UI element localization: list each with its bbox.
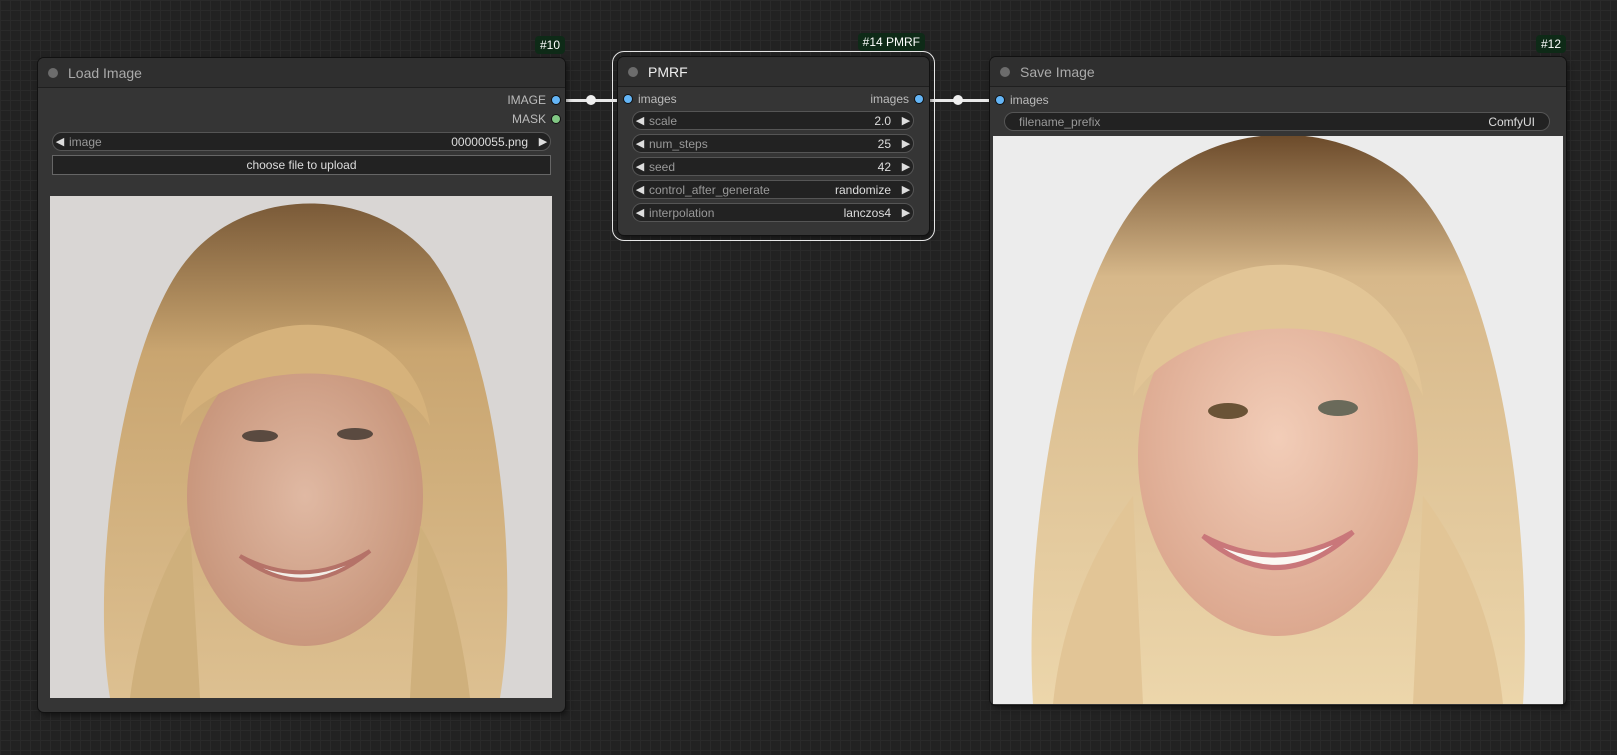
arrow-right-icon[interactable]: ▶: [899, 160, 913, 173]
widget-value: 25: [877, 136, 891, 151]
arrow-right-icon[interactable]: ▶: [536, 135, 550, 148]
collapse-dot-icon[interactable]: [48, 67, 58, 78]
scale-widget[interactable]: ◀ scale 2.0 ▶: [632, 111, 914, 130]
arrow-right-icon[interactable]: ▶: [899, 137, 913, 150]
node-id-badge: #10: [534, 36, 565, 54]
widget-value: 2.0: [874, 113, 891, 128]
node-id-badge: #12: [1535, 35, 1566, 53]
widget-label: num_steps: [649, 136, 708, 151]
output-port-images[interactable]: images: [870, 90, 923, 108]
port-dot-icon[interactable]: [552, 96, 560, 104]
port-label: images: [870, 92, 909, 106]
num-steps-widget[interactable]: ◀ num_steps 25 ▶: [632, 134, 914, 153]
widget-label: interpolation: [649, 205, 715, 220]
node-title-bar[interactable]: Load Image: [38, 58, 565, 88]
input-image-preview: [50, 196, 552, 698]
port-dot-icon[interactable]: [624, 95, 632, 103]
widget-label: image: [69, 134, 102, 149]
node-title-bar[interactable]: PMRF: [618, 57, 929, 87]
node-title: Load Image: [68, 64, 142, 81]
port-label: images: [1010, 93, 1049, 107]
load-image-node[interactable]: #10 Load Image IMAGE MASK ◀ image 000000…: [38, 36, 565, 712]
node-id-badge: #14 PMRF: [857, 33, 925, 51]
output-port-mask[interactable]: MASK: [512, 110, 560, 128]
port-label: images: [638, 92, 677, 106]
pmrf-node[interactable]: #14 PMRF PMRF images images ◀ scale 2.0 …: [612, 33, 935, 241]
node-title: Save Image: [1020, 63, 1095, 80]
port-dot-icon[interactable]: [996, 96, 1004, 104]
image-combo-widget[interactable]: ◀ image 00000055.png ▶: [52, 132, 551, 151]
node-title: PMRF: [648, 63, 688, 80]
arrow-left-icon[interactable]: ◀: [633, 183, 647, 196]
collapse-dot-icon[interactable]: [1000, 66, 1010, 77]
widget-label: filename_prefix: [1019, 114, 1101, 129]
filename-prefix-widget[interactable]: filename_prefix ComfyUI: [1004, 112, 1550, 131]
widget-value: ComfyUI: [1488, 114, 1535, 129]
control-after-generate-widget[interactable]: ◀ control_after_generate randomize ▶: [632, 180, 914, 199]
input-port-images[interactable]: images: [624, 90, 677, 108]
widget-label: seed: [649, 159, 676, 174]
wire-midpoint-handle[interactable]: [953, 95, 963, 105]
arrow-left-icon[interactable]: ◀: [633, 206, 647, 219]
widget-value: 00000055.png: [451, 134, 528, 149]
port-label: MASK: [511, 112, 546, 126]
port-label: IMAGE: [507, 93, 546, 107]
arrow-left-icon[interactable]: ◀: [633, 137, 647, 150]
widget-value: 42: [877, 159, 891, 174]
portrait-image: [50, 196, 552, 698]
output-port-image[interactable]: IMAGE: [507, 91, 560, 109]
widget-value: randomize: [834, 182, 891, 197]
arrow-right-icon[interactable]: ▶: [899, 206, 913, 219]
input-port-images[interactable]: images: [996, 91, 1049, 109]
port-dot-icon[interactable]: [915, 95, 923, 103]
wire-midpoint-handle[interactable]: [586, 95, 596, 105]
collapse-dot-icon[interactable]: [628, 66, 638, 77]
interpolation-widget[interactable]: ◀ interpolation lanczos4 ▶: [632, 203, 914, 222]
node-title-bar[interactable]: Save Image: [990, 57, 1566, 87]
output-image-preview: [993, 136, 1563, 704]
arrow-left-icon[interactable]: ◀: [633, 114, 647, 127]
arrow-left-icon[interactable]: ◀: [53, 135, 67, 148]
seed-widget[interactable]: ◀ seed 42 ▶: [632, 157, 914, 176]
widget-label: scale: [649, 113, 678, 128]
port-dot-icon[interactable]: [552, 115, 560, 123]
arrow-left-icon[interactable]: ◀: [633, 160, 647, 173]
arrow-right-icon[interactable]: ▶: [899, 114, 913, 127]
portrait-image: [993, 136, 1563, 704]
widget-value: lanczos4: [843, 205, 891, 220]
widget-label: control_after_generate: [649, 182, 770, 197]
arrow-right-icon[interactable]: ▶: [899, 183, 913, 196]
upload-button[interactable]: choose file to upload: [52, 155, 551, 175]
save-image-node[interactable]: #12 Save Image images filename_prefix Co…: [990, 35, 1566, 705]
